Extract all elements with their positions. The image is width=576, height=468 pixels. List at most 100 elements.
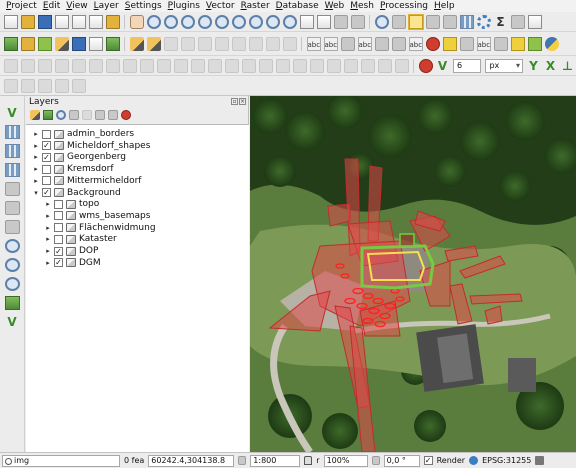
plugin-d-icon[interactable]: [493, 36, 508, 51]
menu-mesh[interactable]: Mesh: [347, 0, 377, 12]
offset-point-symbols-icon[interactable]: [360, 58, 375, 73]
delete-selected-icon[interactable]: [197, 36, 212, 51]
locator-search-input[interactable]: img: [2, 454, 120, 467]
zoom-in-icon[interactable]: [163, 14, 178, 29]
layer-row[interactable]: ▾ ✓ Background: [32, 187, 120, 199]
split-features-icon[interactable]: [275, 58, 290, 73]
expand-arrow-icon[interactable]: ▸: [32, 165, 40, 173]
redo-icon[interactable]: [282, 36, 297, 51]
show-hide-labels-icon[interactable]: abc: [357, 36, 372, 51]
zoom-native-icon[interactable]: [248, 14, 263, 29]
vertex-tool-icon[interactable]: [180, 36, 195, 51]
pan-map-icon[interactable]: [129, 14, 144, 29]
zoom-to-layer-icon[interactable]: [231, 14, 246, 29]
snapping-tolerance-input[interactable]: 6: [453, 58, 482, 73]
snapping-vertex-icon[interactable]: V: [436, 59, 450, 73]
plugin-e-icon[interactable]: [510, 36, 525, 51]
save-as-icon[interactable]: [54, 14, 69, 29]
rotation-input[interactable]: 0,0 °: [383, 454, 420, 467]
digitize-polygon-icon[interactable]: [20, 78, 35, 93]
tracing-icon[interactable]: ⊥: [561, 59, 575, 73]
menu-edit[interactable]: Edit: [40, 0, 63, 12]
refresh-icon[interactable]: [350, 14, 365, 29]
trim-extend-icon[interactable]: [377, 58, 392, 73]
add-wcs-icon[interactable]: [4, 258, 20, 272]
add-part-icon[interactable]: [173, 58, 188, 73]
delete-part-icon[interactable]: [224, 58, 239, 73]
toolbox-icon[interactable]: [476, 14, 491, 29]
pan-to-selection-icon[interactable]: [146, 14, 161, 29]
digitize-line-icon[interactable]: [37, 78, 52, 93]
add-group-icon[interactable]: [42, 110, 53, 120]
style-manager-icon[interactable]: [105, 14, 120, 29]
menu-plugins[interactable]: Plugins: [165, 0, 203, 12]
add-feature-icon[interactable]: [163, 36, 178, 51]
add-wms-icon[interactable]: [105, 36, 120, 51]
expand-arrow-icon[interactable]: ▸: [44, 235, 52, 243]
select-by-value-icon[interactable]: [425, 14, 440, 29]
osm-plugin-icon[interactable]: [425, 36, 440, 51]
current-edits-icon[interactable]: [146, 36, 161, 51]
menu-database[interactable]: Database: [273, 0, 322, 12]
layer-row[interactable]: ▸ Kremsdorf: [32, 163, 113, 175]
toggle-extents-icon[interactable]: [238, 456, 247, 465]
advanced-digitizing-icon[interactable]: [3, 58, 18, 73]
add-virtual-layer-icon[interactable]: [88, 36, 103, 51]
change-label-icon[interactable]: abc: [408, 36, 423, 51]
zoom-full-icon[interactable]: [197, 14, 212, 29]
plugin-b-icon[interactable]: [459, 36, 474, 51]
zoom-next-icon[interactable]: [282, 14, 297, 29]
rotate-label-icon[interactable]: [391, 36, 406, 51]
menu-raster[interactable]: Raster: [238, 0, 273, 12]
layer-row[interactable]: ▸ ✓ Micheldorf_shapes: [32, 140, 150, 152]
layer-row[interactable]: ▸ ✓ Georgenberg: [32, 151, 126, 163]
rotate-feature-icon[interactable]: [122, 58, 137, 73]
expand-arrow-icon[interactable]: ▸: [44, 200, 52, 208]
coordinate-field[interactable]: 60242.4,304138.8: [148, 454, 235, 467]
layer-visibility-checkbox[interactable]: ✓: [54, 258, 63, 268]
layer-visibility-checkbox[interactable]: [54, 211, 63, 221]
add-postgis-icon[interactable]: [4, 220, 20, 234]
temporal-controller-icon[interactable]: [333, 14, 348, 29]
offset-curve-icon[interactable]: [258, 58, 273, 73]
topological-editing-icon[interactable]: Y: [527, 59, 541, 73]
toggle-editing-icon[interactable]: [129, 36, 144, 51]
layer-row[interactable]: ▸ wms_basemaps: [44, 210, 150, 222]
menu-layer[interactable]: Layer: [91, 0, 122, 12]
label-toolbar-icon[interactable]: abc: [306, 36, 321, 51]
add-mesh-layer-icon[interactable]: [4, 144, 20, 158]
plugin-a-icon[interactable]: [442, 36, 457, 51]
add-vector-layer-icon[interactable]: V: [5, 106, 20, 120]
add-spatialite-icon[interactable]: [71, 36, 86, 51]
messages-icon[interactable]: [535, 456, 545, 465]
plugin-f-icon[interactable]: [527, 36, 542, 51]
add-layer-icon[interactable]: [3, 36, 18, 51]
add-geopackage-icon[interactable]: [4, 182, 20, 196]
add-ellipse-icon[interactable]: [54, 58, 69, 73]
run-action-icon[interactable]: [391, 14, 406, 29]
menu-project[interactable]: Project: [3, 0, 40, 12]
layer-visibility-checkbox[interactable]: [54, 199, 63, 209]
expand-arrow-icon[interactable]: ▸: [32, 153, 40, 161]
map-tips-icon[interactable]: [527, 14, 542, 29]
zoom-to-selection-icon[interactable]: [214, 14, 229, 29]
add-vector-icon[interactable]: [20, 36, 35, 51]
cut-features-icon[interactable]: [214, 36, 229, 51]
layer-visibility-checkbox[interactable]: ✓: [54, 246, 63, 256]
layer-visibility-checkbox[interactable]: [42, 176, 51, 186]
add-regular-polygon-icon[interactable]: [88, 58, 103, 73]
layer-visibility-checkbox[interactable]: [54, 223, 63, 233]
zoom-out-icon[interactable]: [180, 14, 195, 29]
crs-icon[interactable]: [469, 456, 479, 465]
layer-visibility-checkbox[interactable]: [42, 129, 51, 139]
add-virtual-layer-source-icon[interactable]: [4, 296, 20, 310]
float-panel-icon[interactable]: ▫: [231, 98, 238, 105]
add-circular-string-icon[interactable]: [20, 58, 35, 73]
layer-visibility-checkbox[interactable]: ✓: [42, 152, 51, 162]
new-map-view-icon[interactable]: [299, 14, 314, 29]
layer-row[interactable]: ▸ Kataster: [44, 233, 117, 245]
scale-select[interactable]: 1:800: [250, 454, 301, 467]
pin-labels-icon[interactable]: abc: [323, 36, 338, 51]
layer-visibility-checkbox[interactable]: [54, 234, 63, 244]
deselect-all-icon[interactable]: [442, 14, 457, 29]
